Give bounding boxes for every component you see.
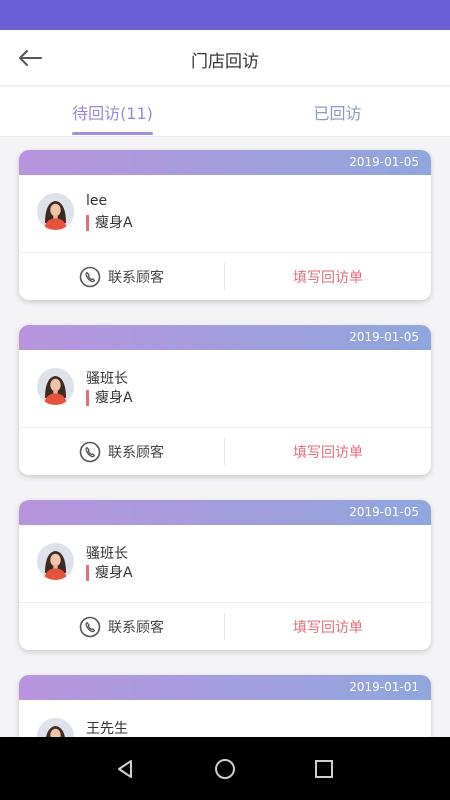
visit-date: 2019-01-05 [349,505,419,519]
service-tag: 瘦身A [86,390,133,406]
page-title: 门店回访 [191,52,259,72]
status-bar [0,0,450,30]
visit-card[interactable]: 2019-01-01 王先生 [19,675,431,737]
card-actions: 联系顾客 填写回访单 [19,253,431,300]
tab-pending[interactable]: 待回访(11) [0,87,225,137]
avatar [37,193,74,230]
customer-name: 骚班长 [86,371,128,387]
female-avatar-icon [37,718,74,737]
visit-list[interactable]: 2019-01-05 lee 瘦身A 联系顾客 填写回访单 2019-01-05 [0,137,450,737]
customer-name: 骚班长 [86,546,128,562]
avatar [37,368,74,405]
fill-visit-form-button[interactable]: 填写回访单 [225,428,431,475]
contact-customer-button[interactable]: 联系顾客 [19,253,224,300]
tab-visited[interactable]: 已回访 [225,87,450,137]
recents-square-icon [315,760,333,778]
customer-info: 骚班长 瘦身A [19,525,431,603]
customer-name: lee [86,193,108,209]
customer-info: 王先生 [19,700,431,737]
contact-customer-button[interactable]: 联系顾客 [19,428,224,475]
customer-info: 骚班长 瘦身A [19,350,431,428]
service-tag: 瘦身A [86,215,133,231]
system-nav-bar [0,737,450,800]
avatar [37,543,74,580]
visit-date: 2019-01-05 [349,330,419,344]
customer-info: lee 瘦身A [19,175,431,253]
visit-card[interactable]: 2019-01-05 lee 瘦身A 联系顾客 填写回访单 [19,150,431,300]
avatar [37,718,74,737]
back-triangle-icon [118,760,132,778]
visit-card[interactable]: 2019-01-05 骚班长 瘦身A 联系顾客 填写回访单 [19,325,431,475]
contact-customer-label: 联系顾客 [108,269,164,286]
card-header: 2019-01-05 [19,325,431,350]
fill-visit-form-button[interactable]: 填写回访单 [225,253,431,300]
card-header: 2019-01-05 [19,150,431,175]
nav-home-button[interactable] [210,755,240,783]
visit-date: 2019-01-01 [349,680,419,694]
card-header: 2019-01-01 [19,675,431,700]
tab-bar: 待回访(11) 已回访 [0,87,450,137]
active-tab-indicator [72,132,153,135]
phone-icon [79,441,101,462]
female-avatar-icon [37,193,74,230]
home-circle-icon [215,759,235,779]
visit-card[interactable]: 2019-01-05 骚班长 瘦身A 联系顾客 填写回访单 [19,500,431,650]
nav-recents-button[interactable] [309,755,339,783]
app-header: 门店回访 [0,30,450,86]
card-actions: 联系顾客 填写回访单 [19,603,431,650]
contact-customer-label: 联系顾客 [108,619,164,636]
service-tag: 瘦身A [86,565,133,581]
phone-icon [79,616,101,637]
contact-customer-label: 联系顾客 [108,444,164,461]
card-header: 2019-01-05 [19,500,431,525]
phone-icon [79,266,101,287]
female-avatar-icon [37,543,74,580]
contact-customer-button[interactable]: 联系顾客 [19,603,224,650]
fill-visit-form-button[interactable]: 填写回访单 [225,603,431,650]
visit-date: 2019-01-05 [349,155,419,169]
female-avatar-icon [37,368,74,405]
customer-name: 王先生 [86,721,128,737]
card-actions: 联系顾客 填写回访单 [19,428,431,475]
nav-back-button[interactable] [110,755,140,783]
